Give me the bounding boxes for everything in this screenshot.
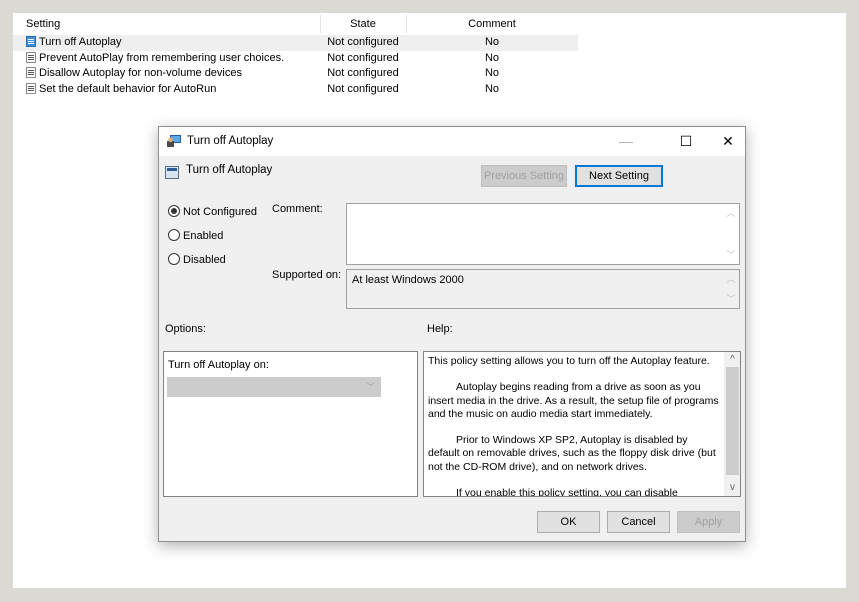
options-label: Options: — [165, 323, 206, 335]
setting-state: Not configured — [327, 36, 399, 48]
policy-setting-icon — [26, 67, 36, 78]
list-row[interactable]: Turn off Autoplay Not configured No — [13, 35, 578, 51]
list-row[interactable]: Prevent AutoPlay from remembering user c… — [13, 51, 578, 67]
chevron-down-icon: ﹀ — [365, 382, 375, 392]
scrollbar-thumb[interactable] — [726, 367, 739, 475]
group-policy-icon — [167, 135, 181, 147]
radio-enabled[interactable]: Enabled — [168, 228, 223, 244]
supported-scrollbar[interactable]: ︿ ﹀ — [723, 270, 739, 308]
radio-indicator — [168, 205, 180, 217]
help-label: Help: — [427, 323, 453, 335]
policy-setting-icon — [26, 36, 36, 47]
scroll-down-icon[interactable]: ﹀ — [723, 292, 739, 306]
setting-state: Not configured — [327, 82, 399, 95]
help-text: This policy setting allows you to turn o… — [428, 355, 719, 496]
cancel-button[interactable]: Cancel — [607, 511, 670, 533]
column-header-setting[interactable]: Setting — [26, 13, 60, 35]
comment-input[interactable]: ︿ ﹀ — [346, 203, 740, 265]
setting-name: Set the default behavior for AutoRun — [39, 82, 217, 95]
setting-state: Not configured — [327, 67, 399, 79]
radio-not-configured[interactable]: Not Configured — [168, 204, 257, 220]
radio-indicator — [168, 253, 180, 265]
setting-comment: No — [484, 67, 500, 79]
apply-button[interactable]: Apply — [677, 511, 740, 533]
help-panel: This policy setting allows you to turn o… — [423, 351, 741, 497]
policy-setting-icon — [26, 51, 36, 63]
dialog-titlebar[interactable]: Turn off Autoplay — ☐ ✕ — [159, 127, 745, 156]
scroll-up-icon[interactable]: ^ — [724, 353, 740, 367]
supported-on-value: At least Windows 2000 — [352, 274, 464, 286]
policy-dialog: Turn off Autoplay — ☐ ✕ Turn off Autopla… — [158, 126, 746, 542]
radio-disabled[interactable]: Disabled — [168, 252, 226, 268]
column-header-comment[interactable]: Comment — [406, 13, 578, 35]
radio-indicator — [168, 229, 180, 241]
setting-comment: No — [484, 51, 500, 64]
supported-on-label: Supported on: — [272, 269, 342, 281]
dialog-title: Turn off Autoplay — [187, 135, 274, 147]
setting-comment: No — [484, 82, 500, 95]
previous-setting-button[interactable]: Previous Setting — [481, 165, 567, 187]
list-row[interactable]: Disallow Autoplay for non-volume devices… — [13, 66, 578, 82]
policy-settings-list: Setting State Comment Turn off Autoplay … — [13, 13, 578, 97]
list-row[interactable]: Set the default behavior for AutoRun Not… — [13, 82, 578, 98]
maximize-button[interactable]: ☐ — [667, 127, 705, 156]
setting-comment: No — [484, 36, 500, 48]
setting-name: Turn off Autoplay — [39, 36, 122, 48]
autoplay-drives-dropdown[interactable]: ﹀ — [167, 377, 381, 397]
scroll-down-icon[interactable]: v — [724, 481, 740, 495]
scroll-down-icon[interactable]: ﹀ — [723, 248, 739, 262]
next-setting-button[interactable]: Next Setting — [575, 165, 663, 187]
options-panel: Turn off Autoplay on: ﹀ — [163, 351, 418, 497]
policy-setting-icon — [165, 166, 179, 179]
comment-label: Comment: — [272, 203, 323, 215]
setting-name: Prevent AutoPlay from remembering user c… — [39, 51, 285, 64]
setting-state: Not configured — [327, 51, 399, 64]
option-field-label: Turn off Autoplay on: — [168, 359, 269, 371]
ok-button[interactable]: OK — [537, 511, 600, 533]
scroll-up-icon[interactable]: ︿ — [723, 206, 739, 220]
setting-name: Disallow Autoplay for non-volume devices — [39, 67, 242, 79]
comment-scrollbar[interactable]: ︿ ﹀ — [723, 204, 739, 264]
supported-on-field: At least Windows 2000 ︿ ﹀ — [346, 269, 740, 309]
close-button[interactable]: ✕ — [709, 127, 747, 156]
scroll-up-icon[interactable]: ︿ — [723, 272, 739, 286]
column-header-state[interactable]: State — [320, 13, 406, 35]
policy-title: Turn off Autoplay — [186, 164, 273, 176]
list-header: Setting State Comment — [13, 13, 578, 35]
minimize-button[interactable]: — — [607, 127, 645, 156]
help-scrollbar[interactable]: ^ v — [724, 352, 740, 496]
policy-setting-icon — [26, 82, 36, 94]
